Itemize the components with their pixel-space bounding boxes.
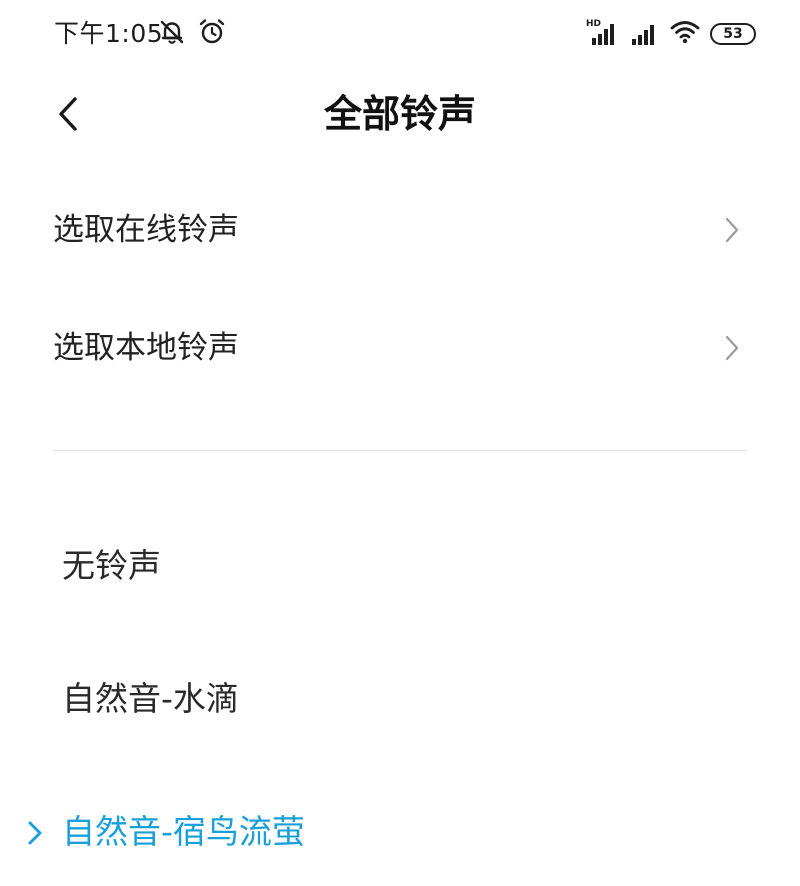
selected-indicator-icon: [28, 821, 42, 845]
option-label: 选取本地铃声: [53, 330, 239, 366]
signal-hd-icon: HD: [586, 19, 618, 47]
chevron-right-icon: [725, 217, 739, 243]
chevron-right-icon: [725, 335, 739, 361]
status-bar: 下午1:05 HD 53: [0, 0, 800, 70]
battery-icon: 53: [710, 23, 756, 45]
page-title: 全部铃声: [323, 92, 476, 136]
ringtone-item-water-drop[interactable]: 自然音-水滴: [0, 643, 800, 753]
option-local-ringtone[interactable]: 选取本地铃声: [0, 290, 800, 406]
bell-muted-icon: [157, 17, 187, 51]
status-left-icons: [157, 18, 227, 50]
status-time: 下午1:05: [54, 19, 164, 48]
option-online-ringtone[interactable]: 选取在线铃声: [0, 172, 800, 288]
battery-level: 53: [723, 26, 743, 42]
signal-icon: [628, 21, 660, 47]
ringtone-item-birds-fireflies[interactable]: 自然音-宿鸟流萤: [0, 776, 800, 886]
ringtone-label: 自然音-水滴: [62, 679, 239, 718]
ringtone-item-none[interactable]: 无铃声: [0, 510, 800, 620]
ringtone-label: 无铃声: [62, 546, 161, 585]
wifi-icon: [670, 19, 700, 49]
header: 全部铃声: [0, 70, 800, 160]
status-right-icons: HD 53: [586, 18, 756, 50]
alarm-icon: [197, 17, 227, 51]
divider: [53, 450, 747, 451]
ringtone-label: 自然音-宿鸟流萤: [62, 812, 305, 851]
option-label: 选取在线铃声: [53, 212, 239, 248]
